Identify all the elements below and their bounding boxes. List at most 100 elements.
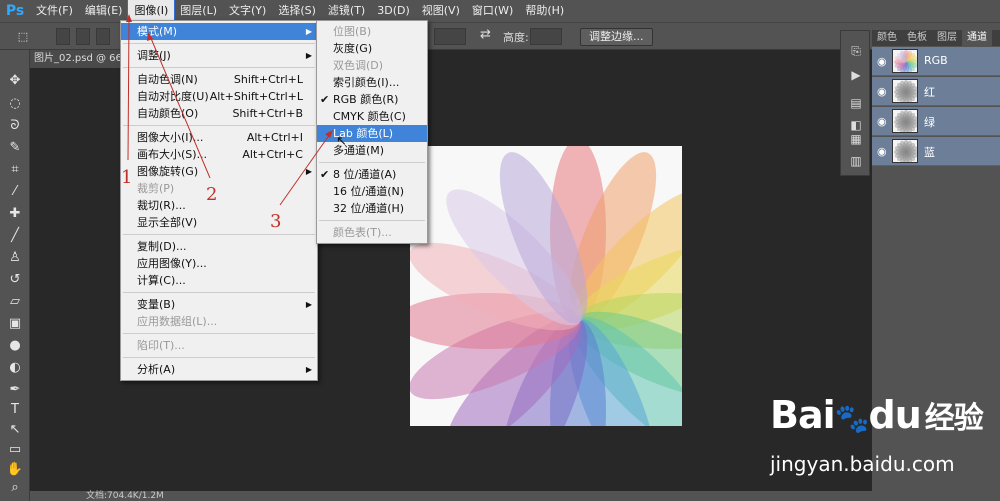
image_menu-item-2[interactable]: 调整(J) ▶ (121, 47, 317, 64)
channel-thumbnail (892, 109, 918, 133)
pen-tool-icon[interactable]: ✒ (6, 381, 24, 399)
image_menu-item-12[interactable]: 裁切(R)... (121, 197, 317, 214)
properties-icon[interactable]: ▦ (848, 131, 864, 147)
channel-row[interactable]: ◉ 蓝 (872, 137, 1000, 166)
mode_menu-item-3[interactable]: 索引颜色(I)... (317, 74, 427, 91)
visibility-eye-icon[interactable]: ◉ (877, 85, 887, 98)
menu-3[interactable]: 图层(L) (174, 0, 223, 22)
width-field[interactable] (434, 28, 466, 45)
image_menu-item-10[interactable]: 图像旋转(G) ▶ (121, 163, 317, 180)
healing-brush-icon[interactable]: ✚ (6, 205, 24, 223)
image_menu-item-9[interactable]: 画布大小(S)... Alt+Ctrl+C (121, 146, 317, 163)
menu-item-label: 索引颜色(I)... (333, 76, 400, 89)
image_menu-item-6[interactable]: 自动颜色(O) Shift+Ctrl+B (121, 105, 317, 122)
image_menu-item-19[interactable]: 变量(B) ▶ (121, 296, 317, 313)
mode_menu-item-9[interactable]: 8 位/通道(A) ✔ (317, 166, 427, 183)
panel-tab-0[interactable]: 颜色 (872, 30, 902, 46)
refine-edge-button[interactable]: 调整边缘... (580, 28, 653, 46)
menu-separator (123, 43, 315, 44)
mode_menu-item-10[interactable]: 16 位/通道(N) (317, 183, 427, 200)
path-select-icon[interactable]: ↖ (6, 421, 24, 439)
image_menu-item-15[interactable]: 复制(D)... (121, 238, 317, 255)
actions-play-icon[interactable]: ▶ (848, 67, 864, 83)
eraser-tool-icon[interactable]: ▱ (6, 293, 24, 311)
image_menu-item-4[interactable]: 自动色调(N) Shift+Ctrl+L (121, 71, 317, 88)
panel-tab-2[interactable]: 图层 (932, 30, 962, 46)
hand-tool-icon[interactable]: ✋ (6, 461, 24, 479)
layer-comps-icon[interactable]: ▤ (848, 95, 864, 111)
image_menu-item-5[interactable]: 自动对比度(U) Alt+Shift+Ctrl+L (121, 88, 317, 105)
menu-4[interactable]: 文字(Y) (223, 0, 272, 22)
channel-row[interactable]: ◉ 红 (872, 77, 1000, 106)
history-brush-icon[interactable]: ↺ (6, 271, 24, 289)
shortcut-label: Alt+Ctrl+C (242, 148, 303, 161)
panel-tabs: 颜色 色板 图层 通道 (872, 30, 1000, 46)
add-selection-icon[interactable] (76, 28, 90, 45)
menu-separator (123, 125, 315, 126)
brush-tool-icon[interactable]: ╱ (6, 227, 24, 245)
stamp-tool-icon[interactable]: ♙ (6, 249, 24, 267)
channel-row[interactable]: ◉ 绿 (872, 107, 1000, 136)
dodge-tool-icon[interactable]: ◐ (6, 359, 24, 377)
image_menu-item-16[interactable]: 应用图像(Y)... (121, 255, 317, 272)
mode_menu-item-5[interactable]: CMYK 颜色(C) (317, 108, 427, 125)
visibility-eye-icon[interactable]: ◉ (877, 55, 887, 68)
shape-tool-icon[interactable]: ▭ (6, 441, 24, 459)
menu-item-label: 灰度(G) (333, 42, 373, 55)
menu-0[interactable]: 文件(F) (30, 0, 79, 22)
mode_menu-item-1[interactable]: 灰度(G) (317, 40, 427, 57)
height-field[interactable] (530, 28, 562, 45)
menu-9[interactable]: 窗口(W) (466, 0, 519, 22)
menu-8[interactable]: 视图(V) (416, 0, 466, 22)
menu-2[interactable]: 图像(I) (127, 0, 176, 23)
lasso-tool-icon[interactable]: ᘐ (6, 117, 24, 135)
visibility-eye-icon[interactable]: ◉ (877, 145, 887, 158)
image_menu-item-0[interactable]: 模式(M) ▶ (121, 23, 317, 40)
panel-tab-1[interactable]: 色板 (902, 30, 932, 46)
type-tool-icon[interactable]: T (6, 401, 24, 419)
gradient-tool-icon[interactable]: ▣ (6, 315, 24, 333)
subtract-selection-icon[interactable] (96, 28, 110, 45)
blur-tool-icon[interactable]: ● (6, 337, 24, 355)
mode_menu-item-4[interactable]: RGB 颜色(R) ✔ (317, 91, 427, 108)
new-selection-icon[interactable] (56, 28, 70, 45)
submenu-arrow-icon: ▶ (305, 27, 312, 36)
mode_menu-item-7[interactable]: 多通道(M) (317, 142, 427, 159)
history-icon[interactable]: ⎘ (848, 43, 864, 59)
menu-7[interactable]: 3D(D) (371, 0, 416, 22)
channel-row[interactable]: ◉ RGB (872, 47, 1000, 76)
move-tool-icon[interactable]: ✥ (6, 72, 24, 90)
panel-tab-3[interactable]: 通道 (962, 30, 992, 46)
menu-10[interactable]: 帮助(H) (519, 0, 570, 22)
menu-separator (123, 292, 315, 293)
menu-item-label: 图像大小(I)... (137, 131, 204, 144)
zoom-tool-icon[interactable]: ⌕ (6, 479, 24, 497)
image-canvas[interactable] (410, 146, 682, 426)
image_menu-item-24[interactable]: 分析(A) ▶ (121, 361, 317, 378)
menu-item-label: 自动颜色(O) (137, 107, 199, 120)
menu-item-label: 颜色表(T)... (333, 226, 392, 239)
marquee-tool-icon[interactable]: ◌ (6, 95, 24, 113)
mode_menu-item-6[interactable]: Lab 颜色(L) (317, 125, 427, 142)
marquee-options-icon[interactable]: ⬚ (14, 28, 32, 46)
notes-icon[interactable]: ▥ (848, 153, 864, 169)
swap-icon[interactable]: ⇄ (480, 27, 491, 42)
menu-item-label: 分析(A) (137, 363, 176, 376)
mode_menu-item-11[interactable]: 32 位/通道(H) (317, 200, 427, 217)
image_menu-item-17[interactable]: 计算(C)... (121, 272, 317, 289)
menu-1[interactable]: 编辑(E) (79, 0, 129, 22)
channel-name: 红 (924, 86, 935, 99)
menu-item-label: 8 位/通道(A) (333, 168, 397, 181)
menu-6[interactable]: 滤镜(T) (322, 0, 371, 22)
image_menu-item-13[interactable]: 显示全部(V) (121, 214, 317, 231)
crop-tool-icon[interactable]: ⌗ (6, 161, 24, 179)
menu-5[interactable]: 选择(S) (272, 0, 322, 22)
watermark-brand: Bai (770, 393, 836, 437)
menu-item-label: RGB 颜色(R) (333, 93, 399, 106)
quick-select-icon[interactable]: ✎ (6, 139, 24, 157)
channel-name: RGB (924, 54, 948, 67)
image_menu-item-8[interactable]: 图像大小(I)... Alt+Ctrl+I (121, 129, 317, 146)
eyedropper-icon[interactable]: ⁄ (6, 183, 24, 201)
visibility-eye-icon[interactable]: ◉ (877, 115, 887, 128)
document-tab[interactable]: 图片_02.psd @ 66.7% (30, 50, 128, 68)
